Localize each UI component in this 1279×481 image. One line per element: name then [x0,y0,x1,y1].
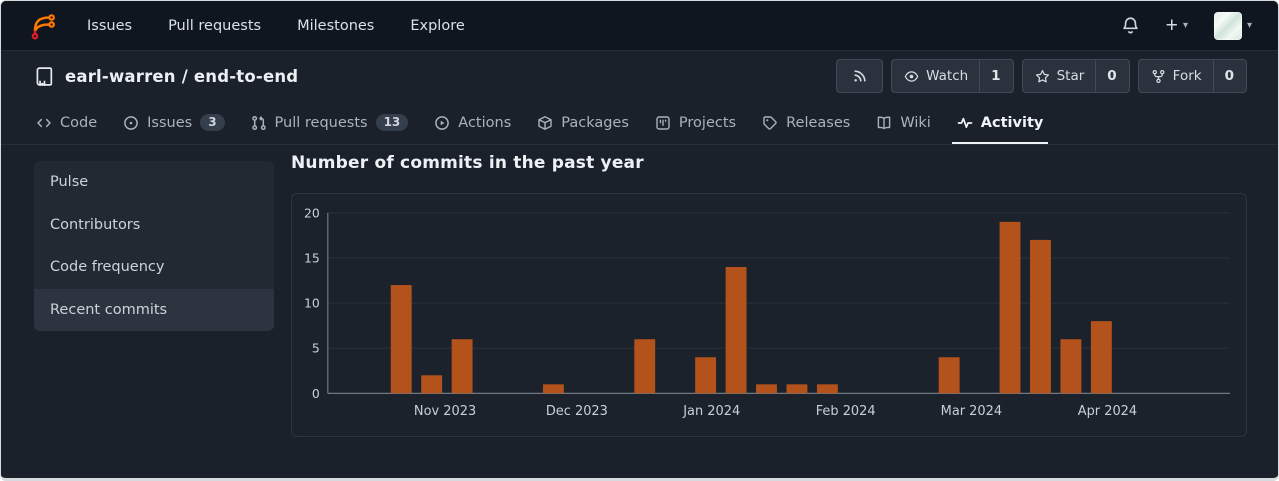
pull-requests-count-badge: 13 [375,114,409,131]
chevron-down-icon: ▾ [1182,20,1188,31]
svg-text:Dec 2023: Dec 2023 [546,404,608,419]
svg-text:0: 0 [312,386,320,401]
tab-releases[interactable]: Releases [751,101,861,144]
git-fork-icon [1152,69,1165,83]
top-navbar: Issues Pull requests Milestones Explore … [1,1,1278,51]
svg-text:15: 15 [304,250,320,265]
repo-icon [36,66,53,86]
package-icon [537,115,553,131]
tab-label: Actions [458,114,512,131]
forgejo-logo-icon[interactable] [27,11,57,41]
create-new-button[interactable]: + ▾ [1166,15,1188,36]
sidebar-item-code-frequency[interactable]: Code frequency [34,246,274,289]
user-avatar [1213,11,1242,40]
watch-label: Watch [926,68,969,84]
svg-text:Feb 2024: Feb 2024 [816,404,876,419]
book-icon [876,115,892,131]
svg-text:Jan 2024: Jan 2024 [682,404,740,419]
tab-issues[interactable]: Issues 3 [112,101,235,144]
pulse-icon [957,115,973,131]
rss-feed-button[interactable] [836,59,884,93]
play-circle-icon [434,115,450,131]
nav-link-milestones[interactable]: Milestones [297,18,374,34]
activity-side-menu: Pulse Contributors Code frequency Recent… [34,161,274,331]
bell-icon [1122,17,1138,34]
notifications-bell-button[interactable] [1121,16,1140,35]
svg-text:Nov 2023: Nov 2023 [414,404,476,419]
nav-link-issues[interactable]: Issues [87,18,132,34]
tab-label: Code [60,114,98,131]
eye-icon [904,70,919,82]
sidebar-item-recent-commits[interactable]: Recent commits [34,288,274,331]
navbar-links: Issues Pull requests Milestones Explore [87,18,465,34]
tab-label: Issues [147,114,193,131]
sidebar-item-contributors[interactable]: Contributors [34,204,274,247]
project-icon [655,115,671,131]
tab-label: Projects [678,114,737,131]
fork-count[interactable]: 0 [1212,60,1234,92]
tab-projects[interactable]: Projects [644,101,747,144]
commits-chart-panel: 0 5 10 15 20 Nov 2023 Dec 2023 Jan 2024 Feb 2024… [291,193,1247,437]
user-menu-button[interactable]: ▾ [1213,11,1252,40]
svg-text:Apr 2024: Apr 2024 [1078,404,1137,419]
svg-text:5: 5 [312,341,320,356]
tab-pull-requests[interactable]: Pull requests 13 [240,101,420,144]
fork-button[interactable]: Fork 0 [1137,59,1247,93]
star-icon [1035,69,1049,82]
svg-text:20: 20 [304,205,320,220]
chart-title: Number of commits in the past year [291,153,644,173]
watch-button[interactable]: Watch 1 [891,59,1014,93]
rss-icon [854,69,866,82]
activity-content: Pulse Contributors Code frequency Recent… [1,145,1278,437]
repo-tab-bar: Code Issues 3 Pull requests 13 Actions P… [1,101,1278,145]
tab-label: Activity [980,114,1044,131]
star-button[interactable]: Star 0 [1021,59,1130,93]
nav-link-explore[interactable]: Explore [410,18,464,34]
app-window: Issues Pull requests Milestones Explore … [0,0,1279,481]
tab-activity[interactable]: Activity [946,101,1055,144]
svg-text:Mar 2024: Mar 2024 [941,404,1002,419]
tab-packages[interactable]: Packages [526,101,640,144]
navbar-right-controls: + ▾ ▾ [1121,11,1252,40]
commits-chart-svg: 0 5 10 15 20 Nov 2023 Dec 2023 Jan 2024 Feb 2024… [304,205,1231,419]
watch-count[interactable]: 1 [979,60,1001,92]
tab-wiki[interactable]: Wiki [865,101,941,144]
svg-text:10: 10 [304,296,320,311]
star-label: Star [1056,68,1085,84]
repo-action-buttons: Watch 1 Star 0 Fork 0 [836,59,1247,93]
star-count[interactable]: 0 [1095,60,1117,92]
tab-label: Wiki [900,114,931,131]
tab-label: Pull requests [274,114,368,131]
repo-title: earl-warren / end-to-end [34,66,298,87]
tab-label: Packages [561,114,629,131]
plus-icon: + [1165,14,1178,37]
git-pull-request-icon [251,115,267,131]
recent-commits-main: Number of commits in the past year 0 5 10 1… [291,153,1247,437]
tab-code[interactable]: Code [25,101,108,144]
issues-count-badge: 3 [200,114,225,131]
repo-full-name[interactable]: earl-warren / end-to-end [65,67,298,86]
sidebar-item-pulse[interactable]: Pulse [34,161,274,204]
fork-label: Fork [1172,68,1202,84]
chevron-down-icon: ▾ [1246,20,1252,31]
code-icon [36,115,52,131]
issue-opened-icon [123,115,139,131]
repo-header: earl-warren / end-to-end Watch 1 Star 0 … [1,51,1278,101]
tab-actions[interactable]: Actions [423,101,522,144]
tab-label: Releases [786,114,851,131]
tag-icon [762,115,778,131]
nav-link-pull-requests[interactable]: Pull requests [168,18,261,34]
